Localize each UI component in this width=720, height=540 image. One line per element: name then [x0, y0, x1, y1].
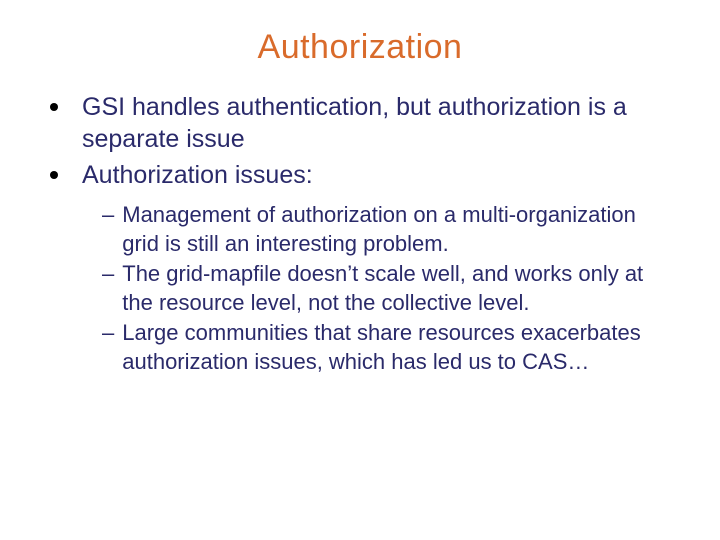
slide: Authorization GSI handles authentication…	[0, 0, 720, 540]
bullet-text: Authorization issues:	[82, 159, 313, 191]
dash-icon: –	[102, 319, 114, 376]
sub-bullet-item: – The grid-mapfile doesn’t scale well, a…	[102, 260, 670, 317]
bullet-item: GSI handles authentication, but authoriz…	[50, 91, 670, 155]
sub-bullet-item: – Management of authorization on a multi…	[102, 201, 670, 258]
slide-title: Authorization	[50, 28, 670, 67]
bullet-dot-icon	[50, 103, 58, 111]
bullet-item: Authorization issues:	[50, 159, 670, 191]
sub-bullet-text: Large communities that share resources e…	[122, 319, 670, 376]
sub-bullet-list: – Management of authorization on a multi…	[102, 201, 670, 377]
sub-bullet-text: Management of authorization on a multi-o…	[122, 201, 670, 258]
sub-bullet-item: – Large communities that share resources…	[102, 319, 670, 376]
dash-icon: –	[102, 260, 114, 317]
dash-icon: –	[102, 201, 114, 258]
bullet-text: GSI handles authentication, but authoriz…	[82, 91, 670, 155]
bullet-dot-icon	[50, 171, 58, 179]
sub-bullet-text: The grid-mapfile doesn’t scale well, and…	[122, 260, 670, 317]
